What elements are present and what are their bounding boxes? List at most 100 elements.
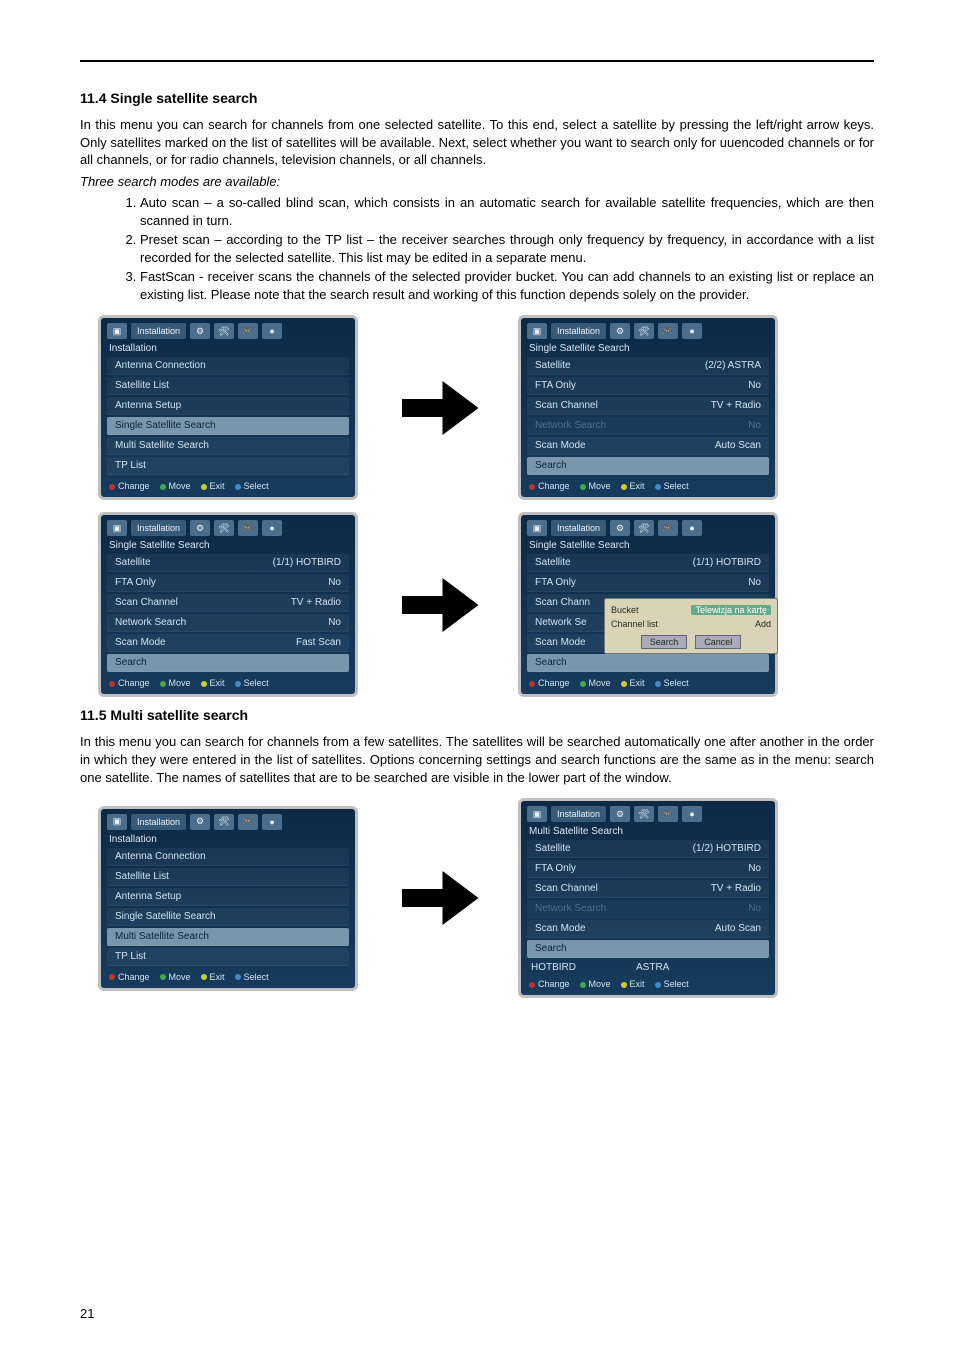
setting-row: Scan ModeAuto Scan: [527, 437, 769, 455]
legend-bar: Change Move Exit Select: [101, 475, 355, 497]
tab-icon: 🎮: [658, 323, 678, 339]
panel-title: Installation: [101, 832, 355, 848]
menu-item-selected: Multi Satellite Search: [107, 928, 349, 946]
tab-icon: ⚙: [190, 814, 210, 830]
tab-icon: 🎮: [238, 520, 258, 536]
menu-item: Multi Satellite Search: [107, 437, 349, 455]
screenshot-install-menu: ▣ Installation ⚙ 🛠 🎮 ● Installation Ante…: [98, 315, 358, 500]
panel-title: Single Satellite Search: [521, 538, 775, 554]
heading-11-4: 11.4 Single satellite search: [80, 90, 874, 106]
page-number: 21: [80, 1306, 94, 1321]
popup-search-button: Search: [641, 635, 688, 649]
top-rule: [80, 60, 874, 62]
tab-label: Installation: [551, 806, 606, 822]
para-11-4-1: In this menu you can search for channels…: [80, 116, 874, 169]
tab-icon: 🎮: [658, 806, 678, 822]
tab-icon: ●: [262, 520, 282, 536]
arrow-right-icon: [388, 560, 488, 650]
screenshot-single-search-astra: ▣ Installation ⚙ 🛠 🎮 ● Single Satellite …: [518, 315, 778, 500]
screenshot-single-fastscan: ▣ Installation ⚙ 🛠 🎮 ● Single Satellite …: [98, 512, 358, 697]
tab-icon: 🛠: [214, 520, 234, 536]
tab-icon: ▣: [527, 806, 547, 822]
tab-label: Installation: [131, 814, 186, 830]
popup-bucket-value: Telewizja na kartę: [691, 605, 771, 615]
tab-icon: ●: [262, 814, 282, 830]
setting-row: Scan ChannelTV + Radio: [527, 880, 769, 898]
popup-cancel-button: Cancel: [695, 635, 741, 649]
tab-icon: 🛠: [214, 814, 234, 830]
setting-row: Search: [527, 940, 769, 958]
popup-channellist-value: Add: [755, 619, 771, 629]
figure-row-3: ▣ Installation ⚙ 🛠 🎮 ● Installation Ante…: [98, 798, 874, 998]
tab-icon: ▣: [107, 323, 127, 339]
para-11-5-1: In this menu you can search for channels…: [80, 733, 874, 786]
setting-row: Satellite(2/2) ASTRA: [527, 357, 769, 375]
legend-bar: Change Move Exit Select: [101, 966, 355, 988]
tab-icon: ⚙: [610, 806, 630, 822]
setting-row: FTA OnlyNo: [527, 860, 769, 878]
tab-icon: 🛠: [634, 520, 654, 536]
tab-icon: ⚙: [610, 520, 630, 536]
list-item: FastScan - receiver scans the channels o…: [140, 268, 874, 303]
para-11-4-modes: Three search modes are available:: [80, 173, 874, 191]
legend-bar: Change Move Exit Select: [521, 475, 775, 497]
setting-row: Network SearchNo: [527, 900, 769, 918]
setting-row: FTA OnlyNo: [527, 377, 769, 395]
setting-row: Network SearchNo: [527, 417, 769, 435]
tab-icon: 🛠: [634, 806, 654, 822]
panel-title: Installation: [101, 341, 355, 357]
panel-title: Multi Satellite Search: [521, 824, 775, 840]
setting-row: Scan ChannelTV + Radio: [527, 397, 769, 415]
popup-channellist-label: Channel list: [611, 619, 658, 629]
tab-icon: ▣: [107, 814, 127, 830]
tab-icon: ▣: [107, 520, 127, 536]
list-item: Preset scan – according to the TP list –…: [140, 231, 874, 266]
heading-11-5: 11.5 Multi satellite search: [80, 707, 874, 723]
menu-item: Antenna Connection: [107, 357, 349, 375]
sat-name: HOTBIRD: [531, 962, 576, 973]
setting-row: Satellite(1/2) HOTBIRD: [527, 840, 769, 858]
setting-row: Scan ChannelTV + Radio: [107, 594, 349, 612]
legend-bar: Change Move Exit Select: [521, 672, 775, 694]
menu-item: Antenna Setup: [107, 397, 349, 415]
tab-icon: 🎮: [238, 323, 258, 339]
menu-item-selected: Single Satellite Search: [107, 417, 349, 435]
tab-label: Installation: [131, 323, 186, 339]
figure-row-2: ▣ Installation ⚙ 🛠 🎮 ● Single Satellite …: [98, 512, 874, 697]
menu-item: TP List: [107, 457, 349, 475]
setting-row: Satellite(1/1) HOTBIRD: [527, 554, 769, 572]
tab-icon: ⚙: [190, 520, 210, 536]
tab-label: Installation: [551, 323, 606, 339]
legend-bar: Change Move Exit Select: [521, 973, 775, 995]
legend-bar: Change Move Exit Select: [101, 672, 355, 694]
satellite-names: HOTBIRD ASTRA: [521, 958, 775, 973]
menu-item: Antenna Connection: [107, 848, 349, 866]
tab-icon: ▣: [527, 520, 547, 536]
tab-icon: 🎮: [658, 520, 678, 536]
arrow-right-icon: [388, 363, 488, 453]
tab-icon: 🛠: [214, 323, 234, 339]
popup-bucket-label: Bucket: [611, 605, 639, 615]
setting-row: Network SearchNo: [107, 614, 349, 632]
tab-label: Installation: [131, 520, 186, 536]
screenshot-multi-search: ▣ Installation ⚙ 🛠 🎮 ● Multi Satellite S…: [518, 798, 778, 998]
sat-name: ASTRA: [636, 962, 669, 973]
menu-item: Satellite List: [107, 377, 349, 395]
tab-icon: ▣: [527, 323, 547, 339]
fastscan-popup: Bucket Telewizja na kartę Channel list A…: [604, 598, 778, 654]
tab-icon: ⚙: [610, 323, 630, 339]
arrow-right-icon: [388, 853, 488, 943]
menu-item: Antenna Setup: [107, 888, 349, 906]
setting-row: Satellite(1/1) HOTBIRD: [107, 554, 349, 572]
tab-icon: ●: [682, 520, 702, 536]
tab-icon: ●: [262, 323, 282, 339]
screenshot-install-menu-multi: ▣ Installation ⚙ 🛠 🎮 ● Installation Ante…: [98, 806, 358, 991]
menu-item: Single Satellite Search: [107, 908, 349, 926]
setting-row: Scan ModeFast Scan: [107, 634, 349, 652]
tab-icon: 🎮: [238, 814, 258, 830]
list-item: Auto scan – a so-called blind scan, whic…: [140, 194, 874, 229]
setting-row: Scan ModeAuto Scan: [527, 920, 769, 938]
menu-item: Satellite List: [107, 868, 349, 886]
panel-title: Single Satellite Search: [101, 538, 355, 554]
tab-icon: ●: [682, 323, 702, 339]
